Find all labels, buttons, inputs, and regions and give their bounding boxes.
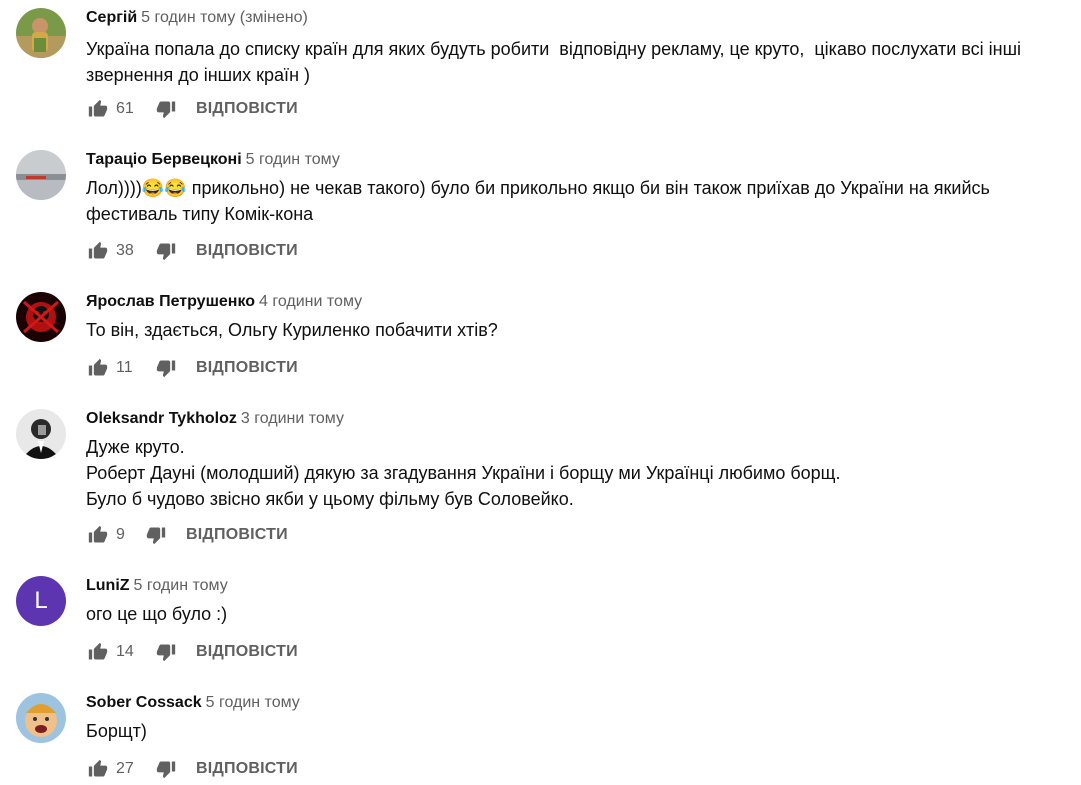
avatar-letter: L [34, 587, 48, 614]
comment-time[interactable]: 5 годин тому [134, 577, 228, 594]
author-avatar[interactable] [16, 150, 66, 200]
dislike-button[interactable] [154, 757, 178, 781]
like-button[interactable] [86, 356, 110, 380]
thumbs-down-icon [156, 644, 176, 662]
like-button[interactable] [86, 757, 110, 781]
comment-text: Борщт) [86, 721, 147, 741]
reply-button[interactable]: ВІДПОВІСТИ [196, 359, 298, 377]
reply-button[interactable]: ВІДПОВІСТИ [196, 643, 298, 661]
reply-button[interactable]: ВІДПОВІСТИ [196, 100, 298, 118]
like-button[interactable] [86, 523, 110, 547]
dislike-button[interactable] [154, 239, 178, 263]
like-count: 61 [116, 100, 134, 117]
comment-time[interactable]: 5 годин тому [206, 694, 300, 711]
thumbs-down-icon [156, 101, 176, 119]
comment-actions: 14 ВІДПОВІСТИ [86, 636, 298, 668]
comment-actions: 38 ВІДПОВІСТИ [86, 235, 298, 267]
like-button[interactable] [86, 97, 110, 121]
author-name[interactable]: Oleksandr Tykholoz [86, 410, 237, 427]
comment-header: Oleksandr Tykholoz 3 години тому [86, 407, 1073, 431]
comment-header: Sober Cossack 5 годин тому [86, 691, 1073, 715]
thumbs-down-icon [156, 243, 176, 261]
author-name[interactable]: Sober Cossack [86, 694, 202, 711]
reply-button[interactable]: ВІДПОВІСТИ [196, 242, 298, 260]
dislike-button[interactable] [154, 356, 178, 380]
author-name[interactable]: Ярослав Петрушенко [86, 293, 255, 310]
comment-header: Сергій 5 годин тому (змінено) [86, 6, 1073, 30]
comment-actions: 27 ВІДПОВІСТИ [86, 753, 298, 785]
thumbs-up-icon [88, 642, 108, 660]
author-avatar[interactable]: L [16, 576, 66, 626]
author-name[interactable]: Сергій [86, 9, 137, 26]
thumbs-up-icon [88, 358, 108, 376]
comment-header: Ярослав Петрушенко 4 години тому [86, 290, 1073, 314]
comment-time[interactable]: 5 годин тому [246, 151, 340, 168]
thumbs-up-icon [88, 241, 108, 259]
author-avatar[interactable] [16, 292, 66, 342]
thumbs-up-icon [88, 99, 108, 117]
comment-actions: 11 ВІДПОВІСТИ [86, 352, 298, 384]
like-button[interactable] [86, 239, 110, 263]
author-avatar[interactable] [16, 409, 66, 459]
author-avatar[interactable] [16, 693, 66, 743]
reply-button[interactable]: ВІДПОВІСТИ [196, 760, 298, 778]
thumbs-up-icon [88, 525, 108, 543]
dislike-button[interactable] [154, 640, 178, 664]
thumbs-down-icon [156, 360, 176, 378]
thumbs-down-icon [156, 761, 176, 779]
like-count: 11 [116, 359, 133, 376]
comment-time[interactable]: 3 години тому [241, 410, 344, 427]
dislike-button[interactable] [154, 97, 178, 121]
thumbs-down-icon [146, 527, 166, 545]
comment-time[interactable]: 4 години тому [259, 293, 362, 310]
reply-button[interactable]: ВІДПОВІСТИ [186, 526, 288, 544]
comment-header: Тараціо Бервецконі 5 годин тому [86, 148, 1073, 172]
comment-time[interactable]: 5 годин тому (змінено) [141, 9, 308, 26]
author-name[interactable]: LuniZ [86, 577, 130, 594]
like-count: 38 [116, 242, 134, 259]
comment-text: Дуже круто. Роберт Дауні (молодший) дяку… [86, 437, 841, 509]
comment-actions: 9 ВІДПОВІСТИ [86, 519, 288, 551]
comment-actions: 61 ВІДПОВІСТИ [86, 93, 298, 125]
like-count: 9 [116, 526, 125, 543]
like-button[interactable] [86, 640, 110, 664]
comment-text: Україна попала до списку країн для яких … [86, 39, 1027, 85]
dislike-button[interactable] [144, 523, 168, 547]
like-count: 27 [116, 760, 134, 777]
comment-text: То він, здається, Ольгу Куриленко побачи… [86, 320, 498, 340]
comment-text: Лол))))😂😂 прикольно) не чекав такого) бу… [86, 178, 1000, 224]
comment-header: LuniZ 5 годин тому [86, 574, 1073, 598]
like-count: 14 [116, 643, 134, 660]
thumbs-up-icon [88, 759, 108, 777]
author-name[interactable]: Тараціо Бервецконі [86, 151, 242, 168]
author-avatar[interactable] [16, 8, 66, 58]
comment-text: ого це що було :) [86, 604, 228, 624]
